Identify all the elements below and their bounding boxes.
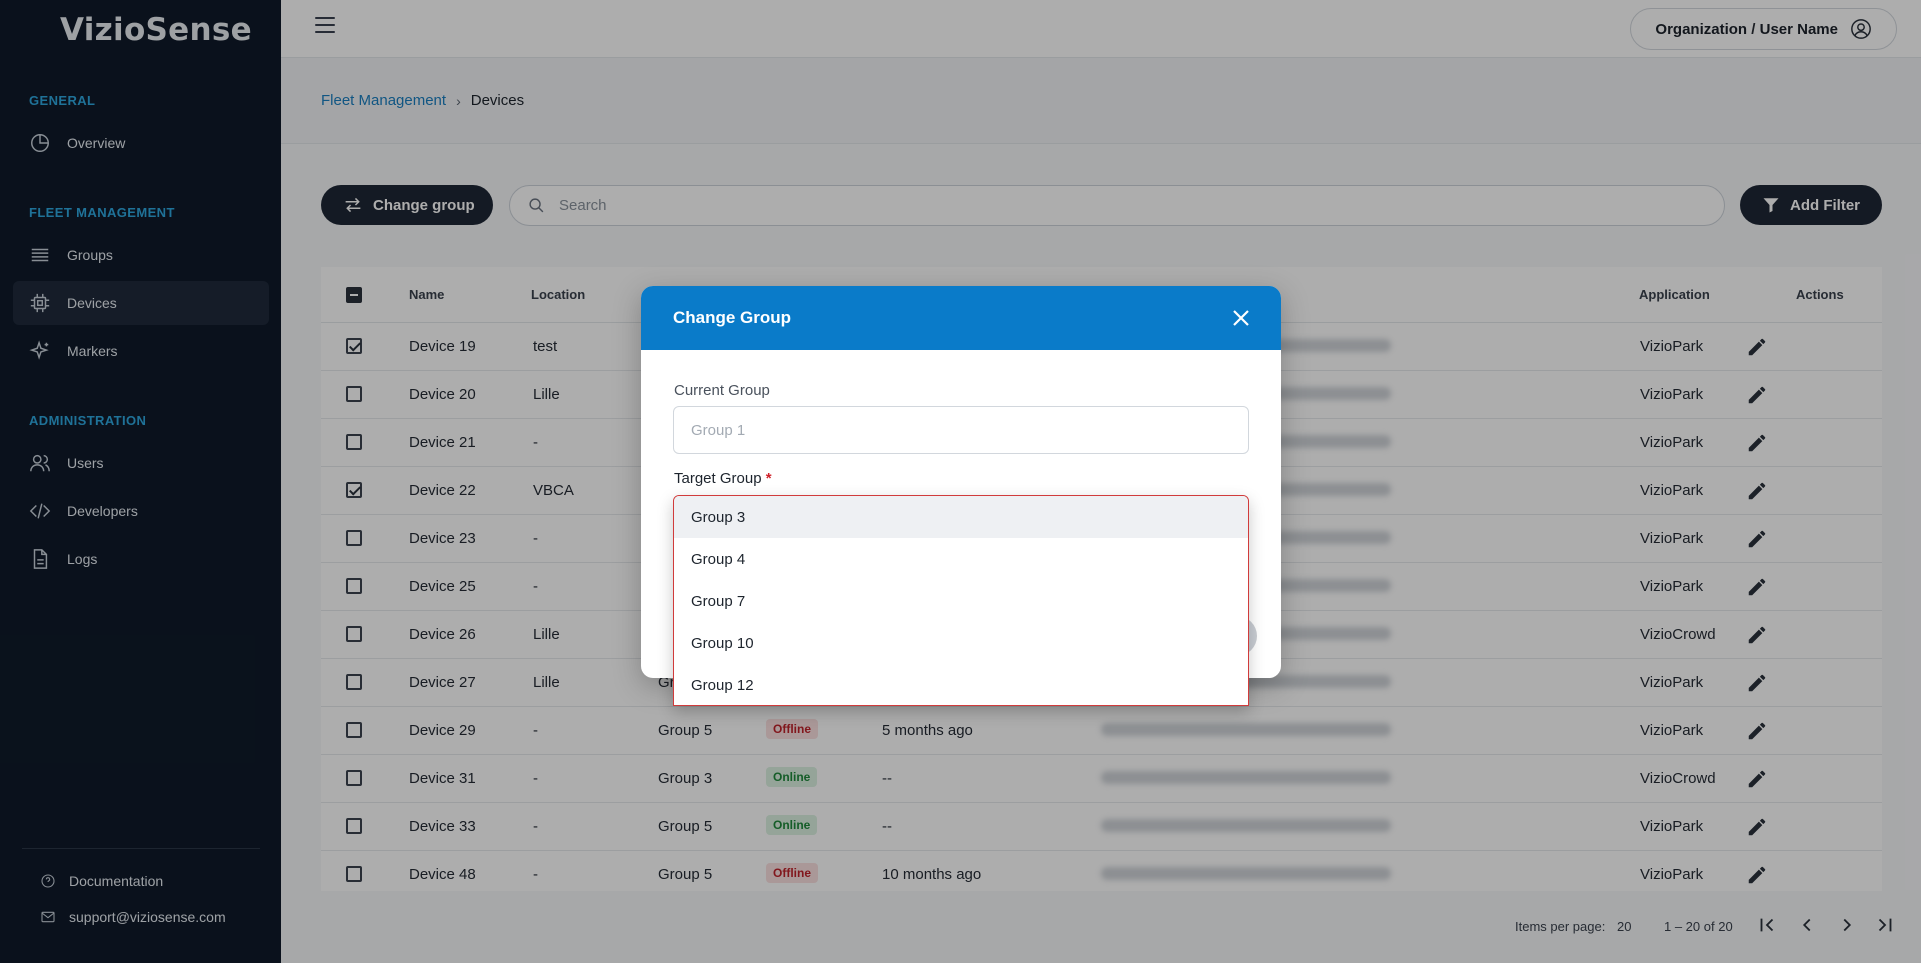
dropdown-options: Group 3 Group 4 Group 7 Group 10 Group 12 [674,496,1248,705]
close-icon[interactable] [1231,308,1251,328]
target-group-dropdown[interactable]: Group 3 Group 4 Group 7 Group 10 Group 12 [673,495,1249,706]
dropdown-option[interactable]: Group 4 [674,538,1248,580]
dropdown-option[interactable]: Group 12 [674,664,1248,705]
current-group-field: Group 1 [673,406,1249,454]
current-group-label: Current Group [674,382,770,399]
required-asterisk: * [765,470,772,487]
dialog-title: Change Group [673,308,792,327]
dropdown-option[interactable]: Group 10 [674,622,1248,664]
current-group-value: Group 1 [691,421,746,439]
target-group-label-text: Target Group [674,470,762,487]
dropdown-option[interactable]: Group 3 [674,496,1248,538]
target-group-label: Target Group * [674,470,772,487]
dropdown-option[interactable]: Group 7 [674,580,1248,622]
dialog-header: Change Group [641,286,1281,350]
